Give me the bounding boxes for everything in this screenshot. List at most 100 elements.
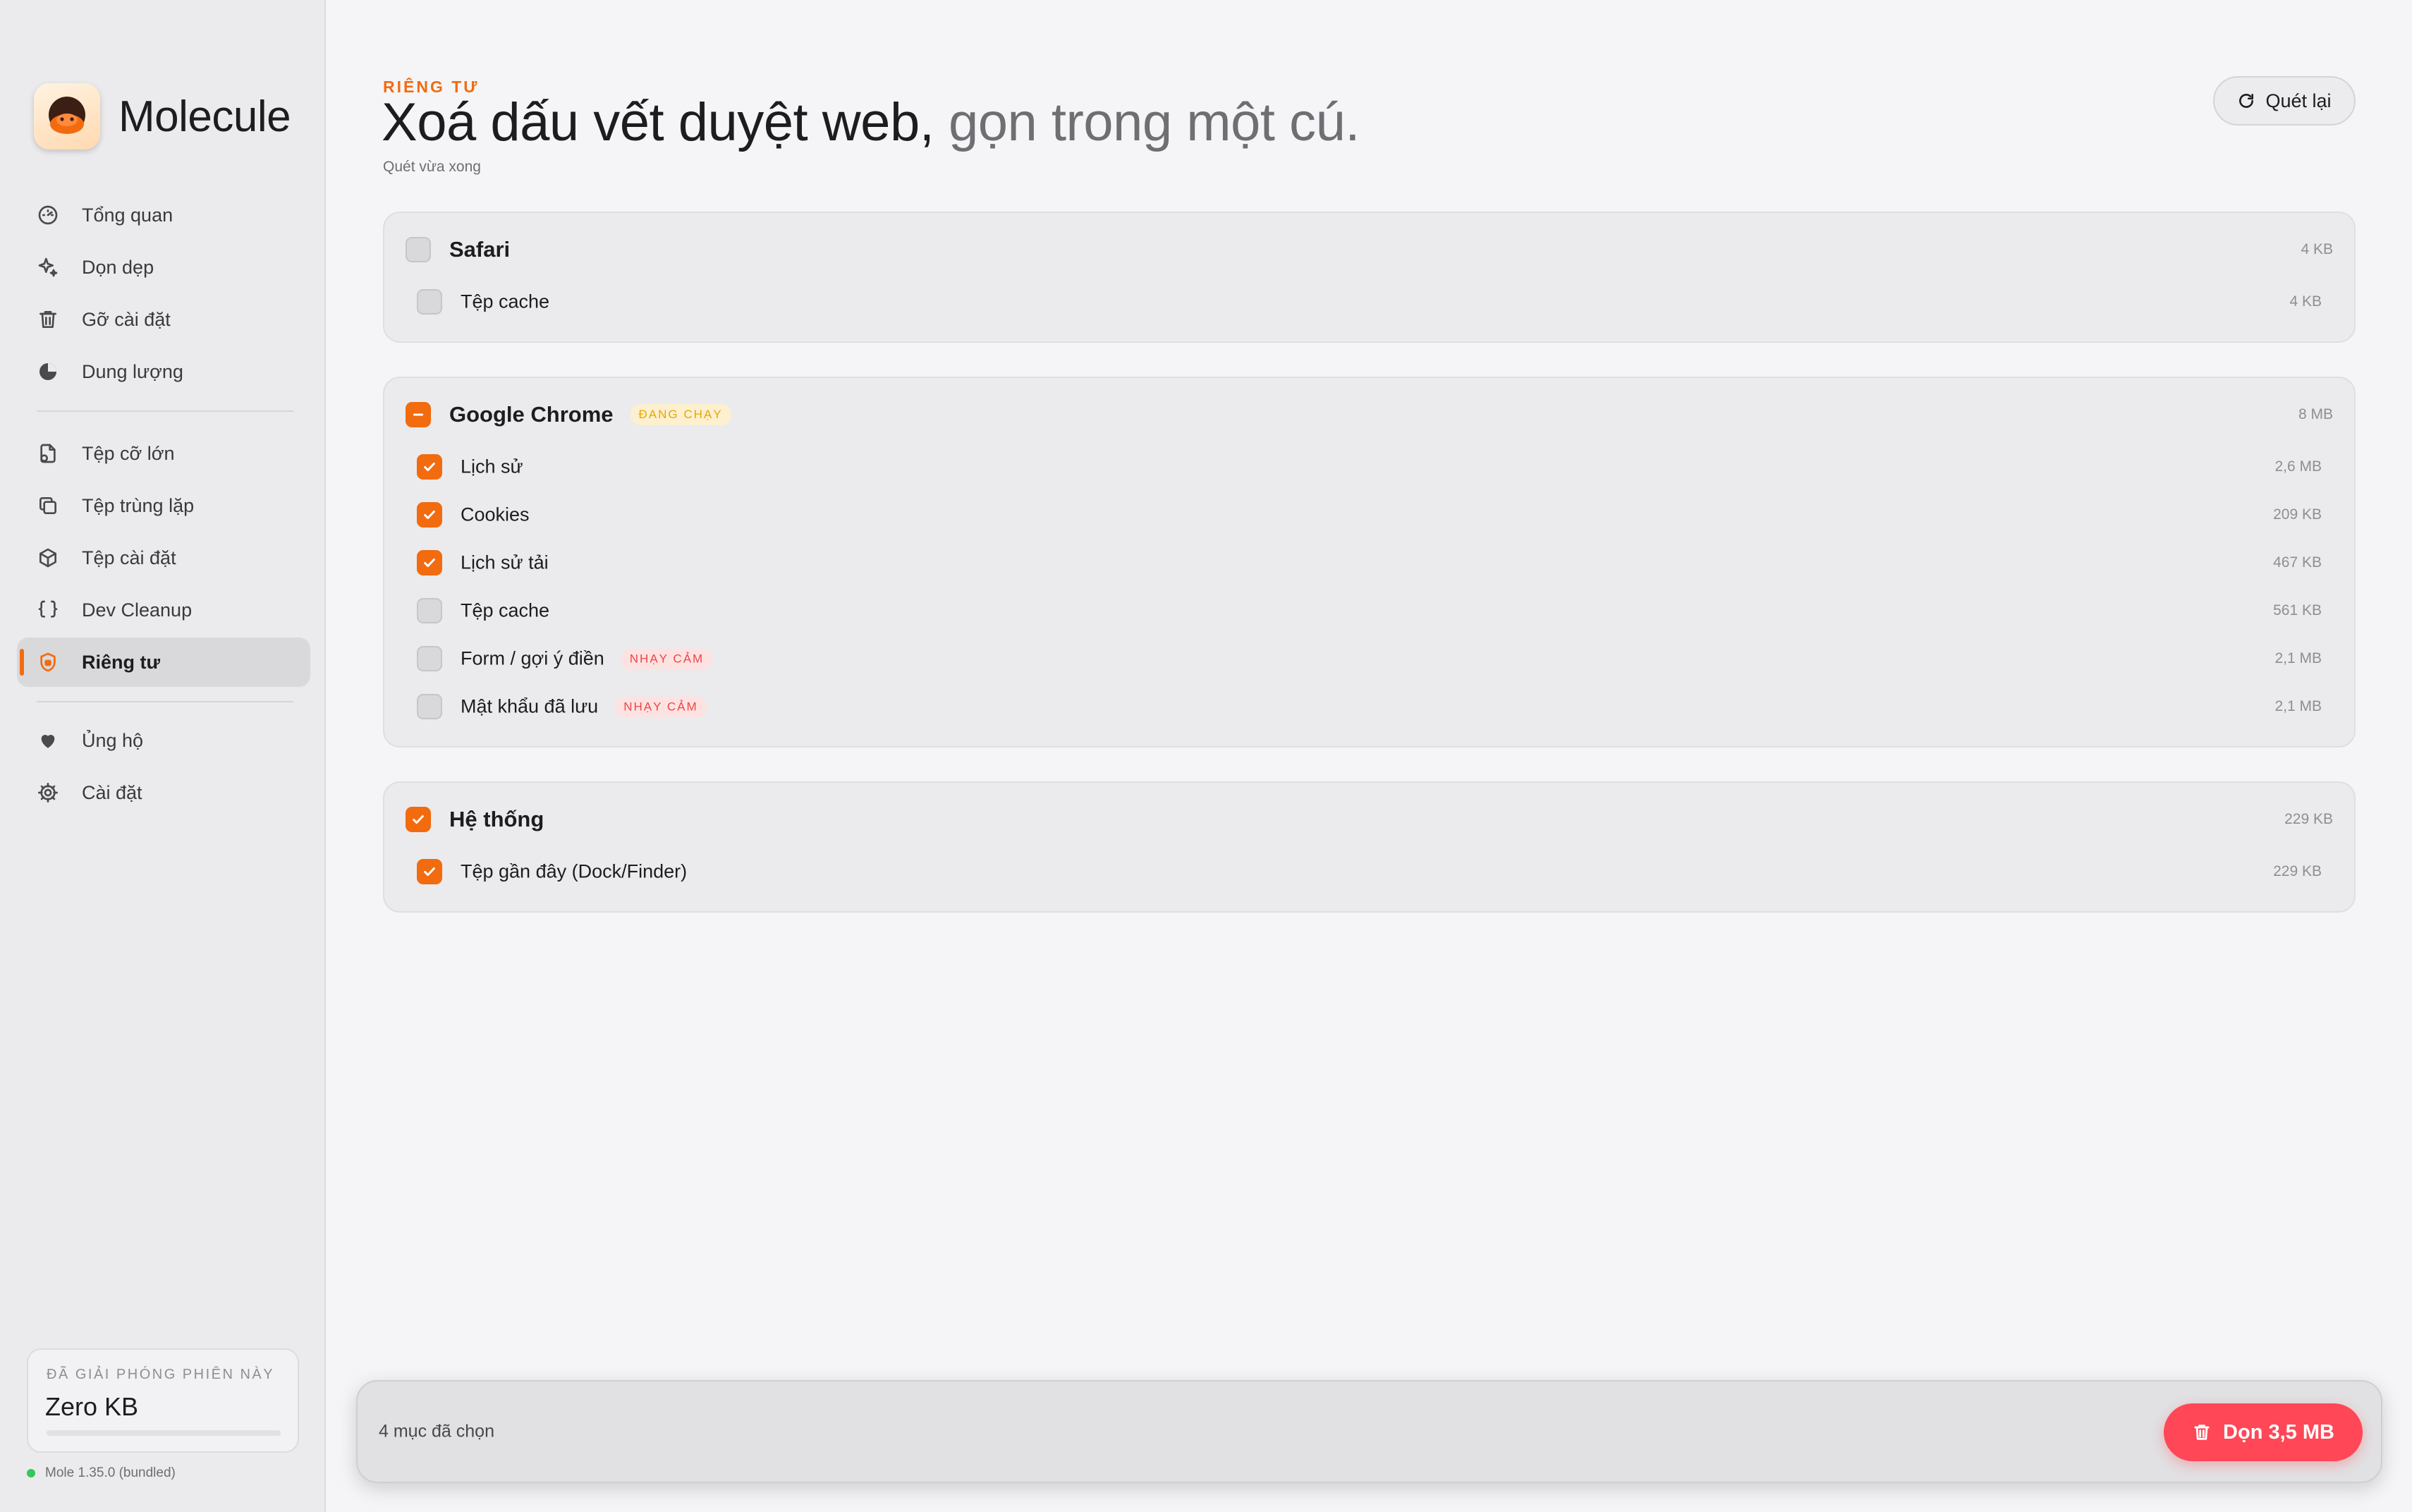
item-checkbox[interactable] <box>417 598 442 623</box>
item-size: 561 KB <box>2273 602 2322 618</box>
sparkle-icon <box>35 255 61 280</box>
braces-icon <box>35 597 61 623</box>
sidebar-item-label: Dev Cleanup <box>82 599 193 621</box>
item-checkbox[interactable] <box>417 859 442 884</box>
version-label: Mole 1.35.0 (bundled) <box>45 1465 176 1480</box>
sidebar-item-large-file[interactable]: Tệp cỡ lớn <box>17 429 310 478</box>
rescan-label: Quét lại <box>2265 90 2332 111</box>
sidebar-item-label: Tổng quan <box>82 204 173 226</box>
group-header[interactable]: Hệ thống 229 KB <box>384 798 2354 841</box>
item-checkbox[interactable] <box>417 694 442 719</box>
sidebar-item-label: Riêng tư <box>82 651 161 673</box>
item-label: Tệp cache <box>461 599 550 621</box>
group-size: 229 KB <box>2284 811 2333 827</box>
sidebar-item-trash[interactable]: Gỡ cài đặt <box>17 295 310 344</box>
item-label: Lịch sử <box>461 456 523 477</box>
group-checkbox[interactable] <box>406 402 431 427</box>
item-label: Mật khẩu đã lưu <box>461 695 599 717</box>
group-size: 8 MB <box>2298 406 2333 422</box>
clean-button[interactable]: Dọn 3,5 MB <box>2164 1403 2363 1461</box>
group-card: Hệ thống 229 KB Tệp gần đây (Dock/Finder) 2… <box>383 781 2356 913</box>
item-size: 229 KB <box>2273 863 2322 879</box>
sidebar: Molecule Tổng quan Dọn dẹp Gỡ cài đặt Dung … <box>0 0 326 1512</box>
package-icon <box>35 545 61 571</box>
group-header[interactable]: Google Chrome ĐANG CHẠY 8 MB <box>384 394 2354 436</box>
group-card: Google Chrome ĐANG CHẠY 8 MB Lịch sử 2,6 MB C… <box>383 377 2356 748</box>
selected-count: 4 mục đã chọn <box>379 1421 494 1441</box>
status-dot-icon <box>27 1469 35 1477</box>
group-checkbox[interactable] <box>406 237 431 262</box>
action-bar: 4 mục đã chọn Dọn 3,5 MB <box>356 1380 2382 1483</box>
list-item[interactable]: Tệp cache 4 KB <box>384 281 2354 323</box>
list-item[interactable]: Tệp cache 561 KB <box>384 590 2354 632</box>
list-item[interactable]: Form / gợi ý điền NHẠY CẢM 2,1 MB <box>384 638 2354 680</box>
list-item[interactable]: Mật khẩu đã lưu NHẠY CẢM 2,1 MB <box>384 685 2354 728</box>
item-checkbox[interactable] <box>417 289 442 315</box>
gauge-icon <box>35 202 61 228</box>
freed-space-progress <box>47 1430 281 1436</box>
sidebar-item-label: Tệp trùng lặp <box>82 494 195 516</box>
item-checkbox[interactable] <box>417 550 442 575</box>
clean-label: Dọn 3,5 MB <box>2223 1420 2334 1444</box>
item-title: Tệp cache <box>461 291 549 313</box>
nav-footer: Ủng hộ Cài đặt <box>17 716 310 817</box>
scan-status: Quét vừa xong <box>383 159 481 175</box>
item-size: 2,1 MB <box>2274 650 2322 666</box>
trash-icon <box>35 307 61 332</box>
sidebar-item-duplicate[interactable]: Tệp trùng lặp <box>17 481 310 530</box>
sidebar-item-braces[interactable]: Dev Cleanup <box>17 585 310 635</box>
sidebar-item-pie-chart[interactable]: Dung lượng <box>17 347 310 396</box>
shield-icon <box>35 650 61 675</box>
sidebar-item-sparkle[interactable]: Dọn dẹp <box>17 243 310 292</box>
sidebar-item-gear[interactable]: Cài đặt <box>17 768 310 817</box>
item-label: Form / gợi ý điền <box>461 647 604 669</box>
rescan-button[interactable]: Quét lại <box>2213 76 2356 126</box>
item-label: Tệp cache <box>461 291 550 312</box>
sidebar-item-label: Tệp cỡ lớn <box>82 442 175 464</box>
app-logo-icon <box>34 83 100 150</box>
sidebar-item-package[interactable]: Tệp cài đặt <box>17 533 310 583</box>
heart-icon <box>35 728 61 753</box>
version-info: Mole 1.35.0 (bundled) <box>27 1465 176 1481</box>
item-size: 4 KB <box>2289 293 2322 310</box>
group-title: Google Chrome ĐANG CHẠY <box>449 402 731 427</box>
sidebar-item-label: Cài đặt <box>82 781 142 803</box>
large-file-icon <box>35 441 61 466</box>
item-checkbox[interactable] <box>417 646 442 671</box>
sidebar-item-heart[interactable]: Ủng hộ <box>17 716 310 765</box>
sidebar-item-shield[interactable]: Riêng tư <box>17 638 310 687</box>
duplicate-icon <box>35 493 61 518</box>
item-title: Cookies <box>461 504 530 526</box>
list-item[interactable]: Cookies 209 KB <box>384 494 2354 536</box>
item-size: 467 KB <box>2273 554 2322 571</box>
group-checkbox[interactable] <box>406 807 431 832</box>
app-name: Molecule <box>118 92 291 141</box>
item-label: Lịch sử tải <box>461 551 549 573</box>
sidebar-item-label: Tệp cài đặt <box>82 547 176 568</box>
item-label: Cookies <box>461 504 530 525</box>
item-label: Tệp gần đây (Dock/Finder) <box>461 860 688 882</box>
item-checkbox[interactable] <box>417 502 442 528</box>
group-header[interactable]: Safari 4 KB <box>384 228 2354 271</box>
item-size: 2,1 MB <box>2274 698 2322 714</box>
sidebar-item-gauge[interactable]: Tổng quan <box>17 190 310 240</box>
group-size: 4 KB <box>2301 241 2333 257</box>
group-name: Google Chrome <box>449 402 614 427</box>
gear-icon <box>35 780 61 805</box>
pie-chart-icon <box>35 359 61 384</box>
group-title: Hệ thống <box>449 807 544 832</box>
sensitive-badge: NHẠY CẢM <box>621 648 713 669</box>
sensitive-badge: NHẠY CẢM <box>615 696 707 717</box>
item-title: Form / gợi ý điền NHẠY CẢM <box>461 647 713 670</box>
list-item[interactable]: Lịch sử tải 467 KB <box>384 542 2354 584</box>
item-checkbox[interactable] <box>417 454 442 480</box>
freed-space-card: ĐÃ GIẢI PHÓNG PHIÊN NÀY Zero KB <box>27 1348 299 1453</box>
freed-space-value: Zero KB <box>45 1392 139 1421</box>
sidebar-item-label: Gỡ cài đặt <box>82 308 171 330</box>
freed-space-caption: ĐÃ GIẢI PHÓNG PHIÊN NÀY <box>47 1367 275 1382</box>
item-title: Lịch sử <box>461 456 523 478</box>
list-item[interactable]: Tệp gần đây (Dock/Finder) 229 KB <box>384 850 2354 893</box>
list-item[interactable]: Lịch sử 2,6 MB <box>384 446 2354 488</box>
group-name: Safari <box>449 237 511 262</box>
item-title: Tệp gần đây (Dock/Finder) <box>461 861 687 883</box>
